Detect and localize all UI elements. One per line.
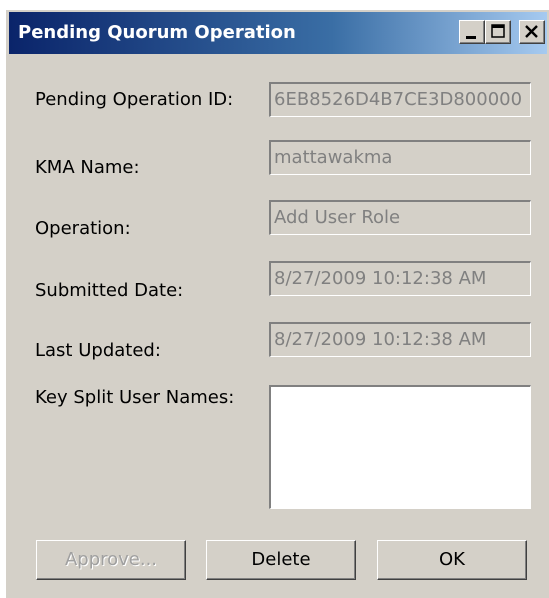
last-updated-field: 8/27/2009 10:12:38 AM: [269, 322, 531, 357]
kma-name-label: KMA Name:: [35, 157, 140, 178]
key-split-user-names-list[interactable]: [269, 385, 531, 509]
pending-operation-id-label: Pending Operation ID:: [35, 89, 234, 110]
pending-quorum-operation-dialog: Pending Quorum Operation Pending Operati…: [5, 9, 549, 598]
pending-operation-id-field: 6EB8526D4B7CE3D800000: [269, 82, 531, 117]
submitted-date-field: 8/27/2009 10:12:38 AM: [269, 261, 531, 296]
window-title: Pending Quorum Operation: [18, 22, 296, 43]
ok-button[interactable]: OK: [377, 540, 527, 580]
close-icon: [525, 25, 538, 38]
minimize-icon: [466, 36, 476, 39]
submitted-date-label: Submitted Date:: [35, 280, 184, 301]
kma-name-field: mattawakma: [269, 140, 531, 175]
maximize-button[interactable]: [485, 20, 511, 44]
operation-field: Add User Role: [269, 200, 531, 235]
operation-label: Operation:: [35, 218, 131, 239]
minimize-button[interactable]: [459, 20, 485, 44]
last-updated-label: Last Updated:: [35, 340, 161, 361]
delete-button[interactable]: Delete: [206, 540, 356, 580]
title-bar[interactable]: Pending Quorum Operation: [9, 12, 547, 54]
close-button[interactable]: [519, 20, 545, 44]
maximize-icon: [491, 24, 505, 38]
key-split-user-names-label: Key Split User Names:: [35, 387, 235, 408]
approve-button[interactable]: Approve...: [36, 540, 186, 580]
